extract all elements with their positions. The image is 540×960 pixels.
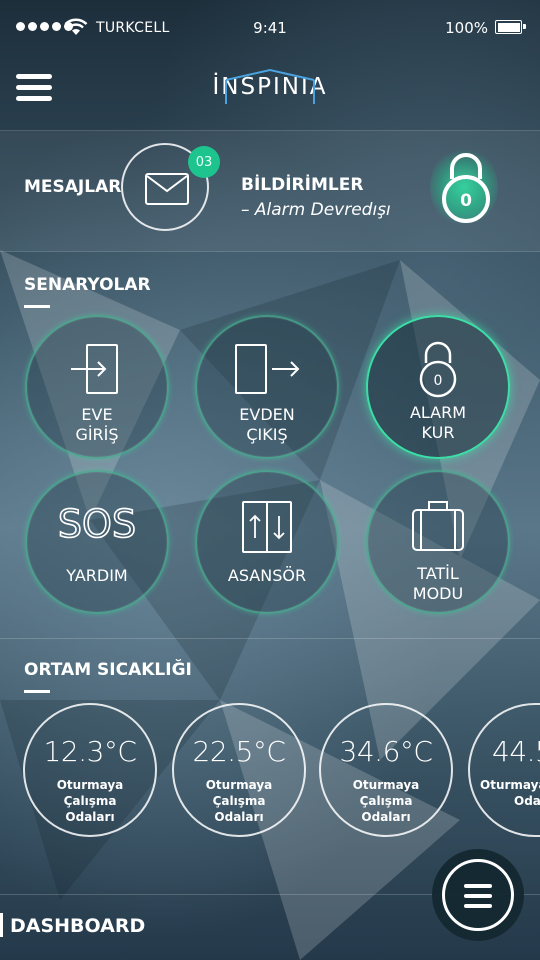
- bottom-bar-marker: [0, 913, 3, 937]
- scenario-asansor[interactable]: ASANSÖR: [195, 470, 339, 614]
- messages-divider: [0, 251, 540, 252]
- scenarios-underline: [24, 305, 50, 308]
- room-name-line1: Oturmaya: [480, 778, 540, 792]
- scenario-tatil-modu[interactable]: TATİL MODU: [366, 470, 510, 614]
- scenario-label-line1: YARDIM: [66, 566, 128, 585]
- exit-home-icon: [235, 344, 300, 394]
- temperature-card[interactable]: 12.3°C Oturmaya Çalışma Odaları: [23, 703, 157, 837]
- temperature-value: 22.5°C: [192, 735, 286, 768]
- lock-icon: 0: [419, 341, 457, 398]
- enter-home-icon: [71, 344, 118, 394]
- notifications-title: BİLDİRİMLER: [241, 175, 364, 195]
- menu-lines-icon: [442, 859, 514, 931]
- app-logo: İNSPINIA: [0, 68, 540, 104]
- floating-menu-button[interactable]: [432, 849, 524, 941]
- battery-percent: 100%: [445, 19, 488, 37]
- scenario-alarm-kur[interactable]: 0 ALARM KUR: [366, 315, 510, 459]
- room-name-line2: Oda: [514, 794, 540, 808]
- room-name-line2: Odaları: [65, 810, 115, 824]
- envelope-icon: [145, 173, 189, 205]
- temperature-card[interactable]: 22.5°C Oturmaya Çalışma Odaları: [172, 703, 306, 837]
- temperature-card[interactable]: 34.6°C Oturmaya Çalışma Odaları: [319, 703, 453, 837]
- scenario-label-line1: EVDEN: [239, 405, 295, 424]
- scenario-label-line2: MODU: [412, 584, 464, 603]
- scenario-label-line1: TATİL: [417, 564, 459, 583]
- messages-count-badge: 03: [188, 146, 220, 178]
- alarm-lock-icon[interactable]: 0: [438, 149, 494, 225]
- scenario-yardim[interactable]: SOS YARDIM: [25, 470, 169, 614]
- scenario-label-line2: ÇIKIŞ: [246, 425, 288, 444]
- scenario-label-line1: EVE: [81, 405, 113, 424]
- scenario-evden-cikis[interactable]: EVDEN ÇIKIŞ: [195, 315, 339, 459]
- battery-icon: [495, 20, 526, 34]
- temperature-value: 12.3°C: [43, 735, 137, 768]
- sos-icon: SOS: [57, 504, 137, 544]
- temperature-value: 44.5: [492, 735, 540, 768]
- lock-icon-digit: 0: [434, 373, 443, 389]
- scenarios-divider: [0, 638, 540, 639]
- lock-digit: 0: [460, 191, 472, 211]
- scenario-label-line1: ALARM: [409, 403, 467, 422]
- scenario-label-line1: ASANSÖR: [227, 566, 307, 585]
- messages-label: MESAJLAR: [24, 177, 122, 197]
- temperature-underline: [24, 690, 50, 693]
- elevator-icon: [242, 501, 292, 553]
- scenarios-title: SENARYOLAR: [24, 275, 151, 295]
- alarm-status: – Alarm Devredışı: [241, 200, 391, 220]
- temperature-value: 34.6°C: [339, 735, 433, 768]
- status-bar: TURKCELL 9:41 100%: [0, 0, 540, 56]
- room-name-line2: Odaları: [214, 810, 264, 824]
- app-header: İNSPINIA: [0, 56, 540, 130]
- temperature-title: ORTAM SICAKLIĞI: [24, 660, 192, 680]
- scenario-label-line2: KUR: [421, 423, 455, 442]
- logo-house-outline: [225, 68, 315, 104]
- room-name-line1: Oturmaya Çalışma: [56, 778, 124, 808]
- scenario-eve-giris[interactable]: EVE GİRİŞ: [25, 315, 169, 459]
- sos-icon-text: SOS: [58, 504, 136, 544]
- room-name-line2: Odaları: [361, 810, 411, 824]
- suitcase-icon: [412, 501, 464, 551]
- room-name-line1: Oturmaya Çalışma: [352, 778, 420, 808]
- messages-panel: MESAJLAR 03 BİLDİRİMLER – Alarm Devredış…: [0, 131, 540, 251]
- room-name-line1: Oturmaya Çalışma: [205, 778, 273, 808]
- dashboard-title: DASHBOARD: [10, 915, 146, 937]
- scenario-label-line2: GİRİŞ: [75, 425, 119, 444]
